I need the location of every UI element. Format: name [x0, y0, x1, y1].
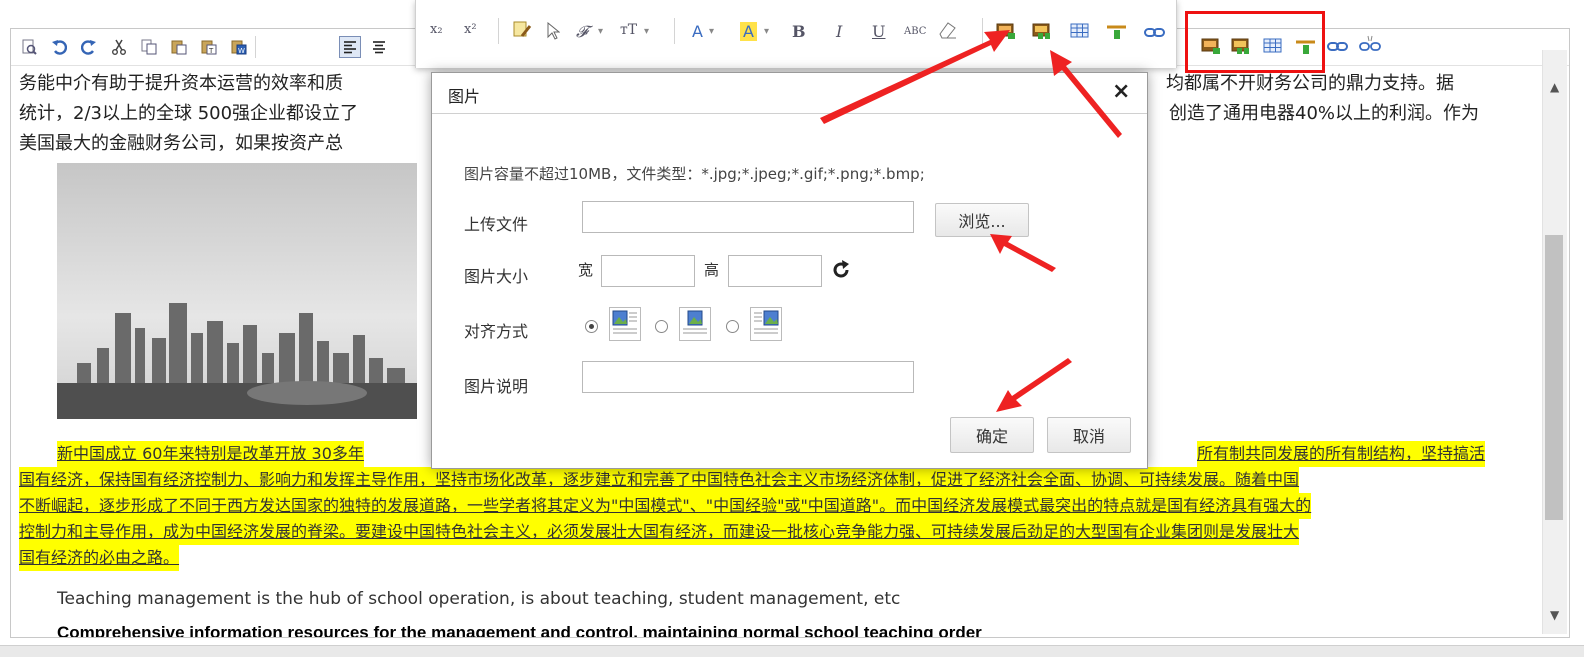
caption-label: 图片说明: [464, 377, 529, 396]
chevron-down-icon[interactable]: ▾: [598, 26, 603, 37]
link-icon[interactable]: [1144, 25, 1166, 44]
paragraph-line: 均都属不开财务公司的鼎力支持。据: [1166, 73, 1454, 94]
dialog-title: 图片: [448, 87, 481, 106]
insert-table-icon[interactable]: [1070, 22, 1090, 44]
undo-icon[interactable]: [49, 37, 69, 57]
insert-multi-image-icon[interactable]: [1032, 22, 1054, 44]
highlighted-text-line: 不断崛起，逐步形成了不同于西方发达国家的独特的发展道路，一些学者将其定义为"中国…: [19, 493, 1312, 519]
insert-image-icon[interactable]: [996, 22, 1016, 44]
align-center-image-icon[interactable]: [679, 307, 711, 341]
floating-toolbar: x₂ x² 𝓕 ▾ тT ▾ A ▾ A ▾ B I U ABC: [415, 0, 1177, 68]
paste-text-icon[interactable]: T: [199, 37, 219, 57]
height-input[interactable]: [728, 255, 822, 287]
embedded-city-image[interactable]: [57, 163, 417, 419]
english-paragraph: Teaching management is the hub of school…: [57, 589, 901, 609]
strikethrough-button[interactable]: ABC: [904, 26, 926, 37]
close-icon[interactable]: ×: [1112, 79, 1130, 104]
align-center-radio[interactable]: [655, 320, 668, 333]
scroll-down-icon[interactable]: ▼: [1550, 608, 1559, 622]
paragraph-line: 统计，2/3以上的全球 500强企业都设立了: [19, 103, 359, 124]
height-label: 高: [704, 261, 720, 279]
copy-icon[interactable]: [139, 37, 159, 57]
align-center-icon[interactable]: [369, 37, 389, 57]
paragraph-line: 创造了通用电器40%以上的利润。作为: [1169, 103, 1480, 124]
caption-input[interactable]: [582, 361, 914, 393]
underline-button[interactable]: U: [872, 22, 885, 41]
confirm-button[interactable]: 确定: [950, 417, 1034, 453]
font-color-button[interactable]: A: [692, 22, 703, 41]
refresh-icon[interactable]: [830, 259, 852, 285]
superscript-button[interactable]: x²: [464, 22, 477, 37]
toolbar-separator: [255, 36, 256, 58]
unlink-icon[interactable]: [1359, 35, 1381, 59]
browse-button[interactable]: 浏览...: [935, 203, 1029, 237]
toolbar-separator: [498, 18, 499, 44]
paragraph-line: 务能中介有助于提升资本运营的效率和质: [19, 73, 343, 94]
font-size-button[interactable]: тT: [620, 22, 637, 38]
alignment-label: 对齐方式: [464, 322, 529, 341]
toolbar-separator: [674, 18, 675, 44]
subscript-button[interactable]: x₂: [430, 22, 443, 37]
bold-button[interactable]: B: [792, 22, 806, 41]
cancel-button[interactable]: 取消: [1047, 417, 1131, 453]
align-right-radio[interactable]: [726, 320, 739, 333]
chevron-down-icon[interactable]: ▾: [709, 26, 714, 37]
font-family-button[interactable]: 𝓕: [576, 22, 588, 42]
status-strip: [0, 645, 1584, 657]
image-dialog: 图片 × 图片容量不超过10MB，文件类型：*.jpg;*.jpeg;*.gif…: [431, 72, 1148, 469]
insert-horizontal-line-icon[interactable]: [1106, 22, 1128, 44]
upload-label: 上传文件: [464, 215, 529, 234]
align-left-image-icon[interactable]: [609, 307, 641, 341]
highlighted-text-line: 控制力和主导作用，成为中国经济发展的脊梁。要建设中国特色社会主义，必须发展壮大国…: [19, 519, 1300, 545]
svg-text:T: T: [208, 47, 214, 55]
svg-text:W: W: [238, 47, 245, 55]
cut-icon[interactable]: [109, 37, 129, 57]
width-label: 宽: [578, 261, 594, 279]
width-input[interactable]: [601, 255, 695, 287]
align-left-radio[interactable]: [585, 320, 598, 333]
scrollbar-thumb[interactable]: [1545, 235, 1563, 520]
upload-hint: 图片容量不超过10MB，文件类型：*.jpg;*.jpeg;*.gif;*.pn…: [464, 165, 925, 183]
english-paragraph-bold: Comprehensive information resources for …: [57, 623, 982, 638]
preview-icon[interactable]: [19, 37, 39, 57]
align-right-image-icon[interactable]: [750, 307, 782, 341]
dialog-header: 图片 ×: [432, 73, 1147, 114]
toolbar-separator: [982, 18, 983, 44]
chevron-down-icon[interactable]: ▾: [764, 26, 769, 37]
paragraph-line: 美国最大的金融财务公司，如果按资产总: [19, 133, 343, 154]
background-color-button[interactable]: A: [740, 22, 757, 41]
paste-icon[interactable]: [169, 37, 189, 57]
upload-file-input[interactable]: [582, 201, 914, 233]
italic-button[interactable]: I: [836, 22, 842, 41]
align-left-icon[interactable]: [339, 36, 361, 58]
select-pointer-icon[interactable]: [546, 21, 561, 44]
annotation-highlight-box: [1185, 11, 1325, 73]
chevron-down-icon[interactable]: ▾: [644, 26, 649, 37]
redo-icon[interactable]: [79, 37, 99, 57]
format-painter-icon[interactable]: [512, 20, 534, 44]
highlighted-text-line: 所有制共同发展的所有制结构，坚持搞活: [1197, 441, 1486, 467]
scroll-up-icon[interactable]: ▲: [1550, 80, 1559, 94]
highlighted-text-line: 新中国成立 60年来特别是改革开放 30多年: [57, 441, 364, 467]
highlighted-text-line: 国有经济的必由之路。: [19, 545, 180, 571]
paste-word-icon[interactable]: W: [229, 37, 249, 57]
eraser-icon[interactable]: [936, 20, 958, 44]
link-icon[interactable]: [1327, 39, 1349, 58]
highlighted-text-line: 国有经济，保持国有经济控制力、影响力和发挥主导作用，坚持市场化改革，逐步建立和完…: [19, 467, 1300, 493]
image-size-label: 图片大小: [464, 267, 529, 286]
